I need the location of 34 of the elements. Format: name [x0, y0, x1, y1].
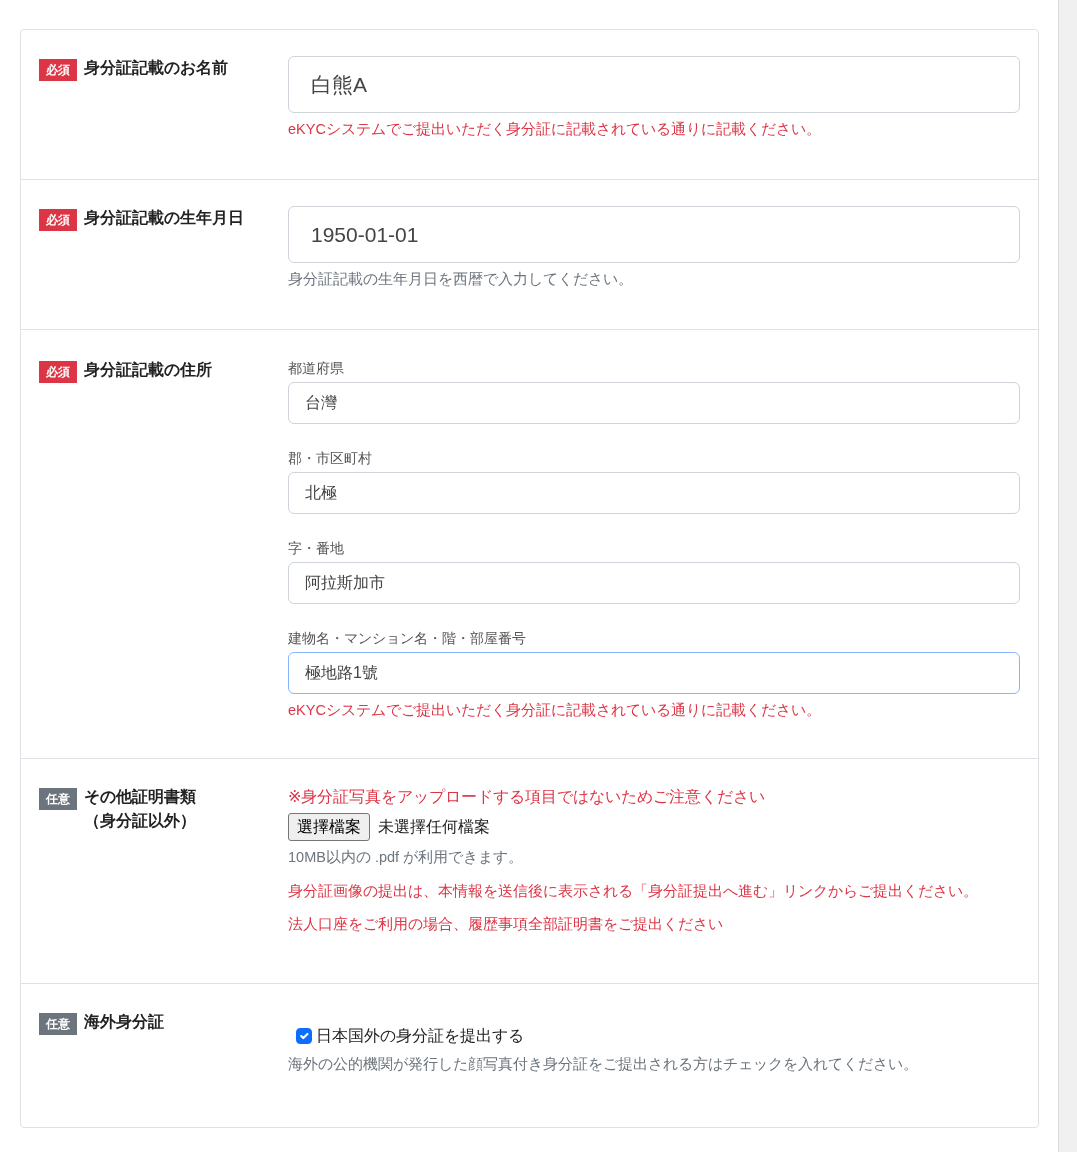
- note-text: 海外の公的機関が発行した顔写真付き身分証をご提出される方はチェックを入れてください。: [288, 1054, 919, 1074]
- note-text: 身分証画像の提出は、本情報を送信後に表示される「身分証提出へ進む」リンクからご提出ください。: [288, 881, 979, 901]
- checkbox-label: 日本国外の身分証を提出する: [316, 1025, 524, 1046]
- input-field[interactable]: 阿拉斯加市: [288, 562, 1020, 604]
- note-text: 10MB以内の .pdf が利用できます。: [288, 847, 525, 867]
- file-status: 未選擇任何檔案: [378, 816, 490, 837]
- input-field[interactable]: 白熊A: [288, 56, 1020, 113]
- scrollbar[interactable]: [1058, 0, 1077, 1152]
- warning-text: ※身分証写真をアップロードする項目ではないためご注意ください: [288, 786, 767, 807]
- input-field[interactable]: 極地路1號: [288, 652, 1020, 694]
- field-caption: 郡・市区町村: [288, 449, 373, 468]
- field-label: 身分証記載の住所: [84, 360, 212, 380]
- note-text: eKYCシステムでご提出いただく身分証に記載されている通りに記載ください。: [288, 701, 822, 720]
- field-label: 身分証記載の生年月日: [84, 208, 244, 228]
- note-text: eKYCシステムでご提出いただく身分証に記載されている通りに記載ください。: [288, 120, 822, 139]
- required-badge: 必須: [39, 59, 77, 81]
- field-label: 身分証記載のお名前: [84, 58, 228, 78]
- field-caption: 字・番地: [288, 539, 345, 558]
- field-label: （身分証以外）: [84, 810, 196, 831]
- optional-badge: 任意: [39, 787, 77, 810]
- note-text: 法人口座をご利用の場合、履歴事項全部証明書をご提出ください: [288, 915, 724, 935]
- field-caption: 都道府県: [288, 359, 345, 378]
- field-label: 海外身分証: [84, 1011, 164, 1032]
- optional-badge: 任意: [39, 1012, 77, 1035]
- input-field[interactable]: 台灣: [288, 382, 1020, 424]
- choose-file-button[interactable]: 選擇檔案: [288, 812, 370, 841]
- field-label: その他証明書類: [84, 786, 196, 807]
- input-field[interactable]: 北極: [288, 472, 1020, 514]
- input-field[interactable]: 1950-01-01: [288, 206, 1020, 263]
- checkbox[interactable]: [296, 1027, 312, 1044]
- required-badge: 必須: [39, 209, 77, 231]
- note-text: 身分証記載の生年月日を西暦で入力してください。: [288, 270, 634, 289]
- field-caption: 建物名・マンション名・階・部屋番号: [288, 629, 527, 648]
- required-badge: 必須: [39, 361, 77, 383]
